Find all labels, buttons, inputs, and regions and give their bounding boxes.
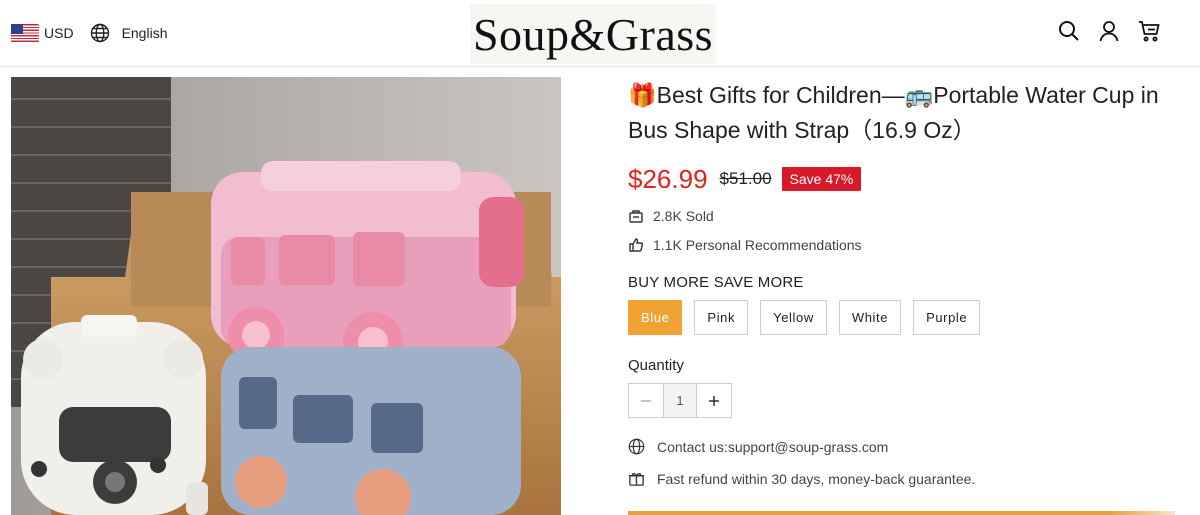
gift-box-icon [628, 473, 645, 486]
globe-icon [628, 438, 645, 455]
product-title: 🎁Best Gifts for Children—🚌Portable Water… [628, 82, 1159, 143]
account-icon[interactable] [1098, 20, 1120, 42]
product-image[interactable] [11, 77, 561, 515]
compare-price: $51.00 [719, 169, 772, 188]
cart-icon[interactable] [1138, 20, 1160, 42]
refund-row: Fast refund within 30 days, money-back g… [628, 470, 1188, 487]
locale-selector[interactable]: USD English [11, 21, 167, 45]
increase-quantity-button[interactable] [697, 384, 731, 417]
variant-label: BUY MORE SAVE MORE [628, 274, 804, 291]
option-white[interactable]: White [838, 300, 902, 335]
option-blue[interactable]: Blue [628, 300, 683, 335]
sale-price: $26.99 [628, 163, 708, 194]
recommendations-count: 1.1K Personal Recommendations [653, 236, 862, 253]
save-badge: Save 47% [781, 167, 862, 191]
contact-text[interactable]: Contact us:support@soup-grass.com [657, 439, 888, 455]
color-options: Blue Pink Yellow White Purple [628, 300, 1188, 335]
globe-icon [90, 23, 110, 43]
option-pink[interactable]: Pink [694, 300, 749, 335]
contact-row: Contact us:support@soup-grass.com [628, 438, 1188, 455]
quantity-stepper: 1 [628, 383, 732, 418]
header-actions [1058, 20, 1160, 42]
currency-selector[interactable]: USD [44, 25, 74, 41]
store-logo[interactable]: Soup&Grass [470, 4, 716, 64]
decrease-quantity-button[interactable] [629, 384, 663, 417]
edge-fade [1110, 460, 1200, 515]
price-row: $26.99 $51.00 Save 47% [628, 162, 1188, 196]
plus-icon [708, 395, 719, 406]
us-flag-icon [11, 24, 39, 42]
recommendations-row: 1.1K Personal Recommendations [628, 235, 1188, 254]
option-yellow[interactable]: Yellow [760, 300, 827, 335]
search-icon[interactable] [1058, 20, 1080, 42]
quantity-input[interactable]: 1 [663, 384, 697, 417]
language-selector[interactable]: English [122, 25, 168, 41]
logo-text: Soup&Grass [472, 8, 714, 60]
thumbs-up-icon [629, 237, 644, 252]
refund-text: Fast refund within 30 days, money-back g… [657, 470, 976, 487]
site-header: USD English Soup&Grass [0, 0, 1200, 67]
option-purple[interactable]: Purple [913, 300, 981, 335]
shopping-bag-icon [629, 209, 643, 223]
sold-count: 2.8K Sold [653, 207, 714, 224]
minus-icon [641, 399, 652, 402]
sold-count-row: 2.8K Sold [628, 206, 1188, 225]
quantity-label: Quantity [628, 357, 684, 374]
add-to-cart-button[interactable] [628, 511, 1175, 515]
product-info: 🎁Best Gifts for Children—🚌Portable Water… [628, 78, 1188, 487]
